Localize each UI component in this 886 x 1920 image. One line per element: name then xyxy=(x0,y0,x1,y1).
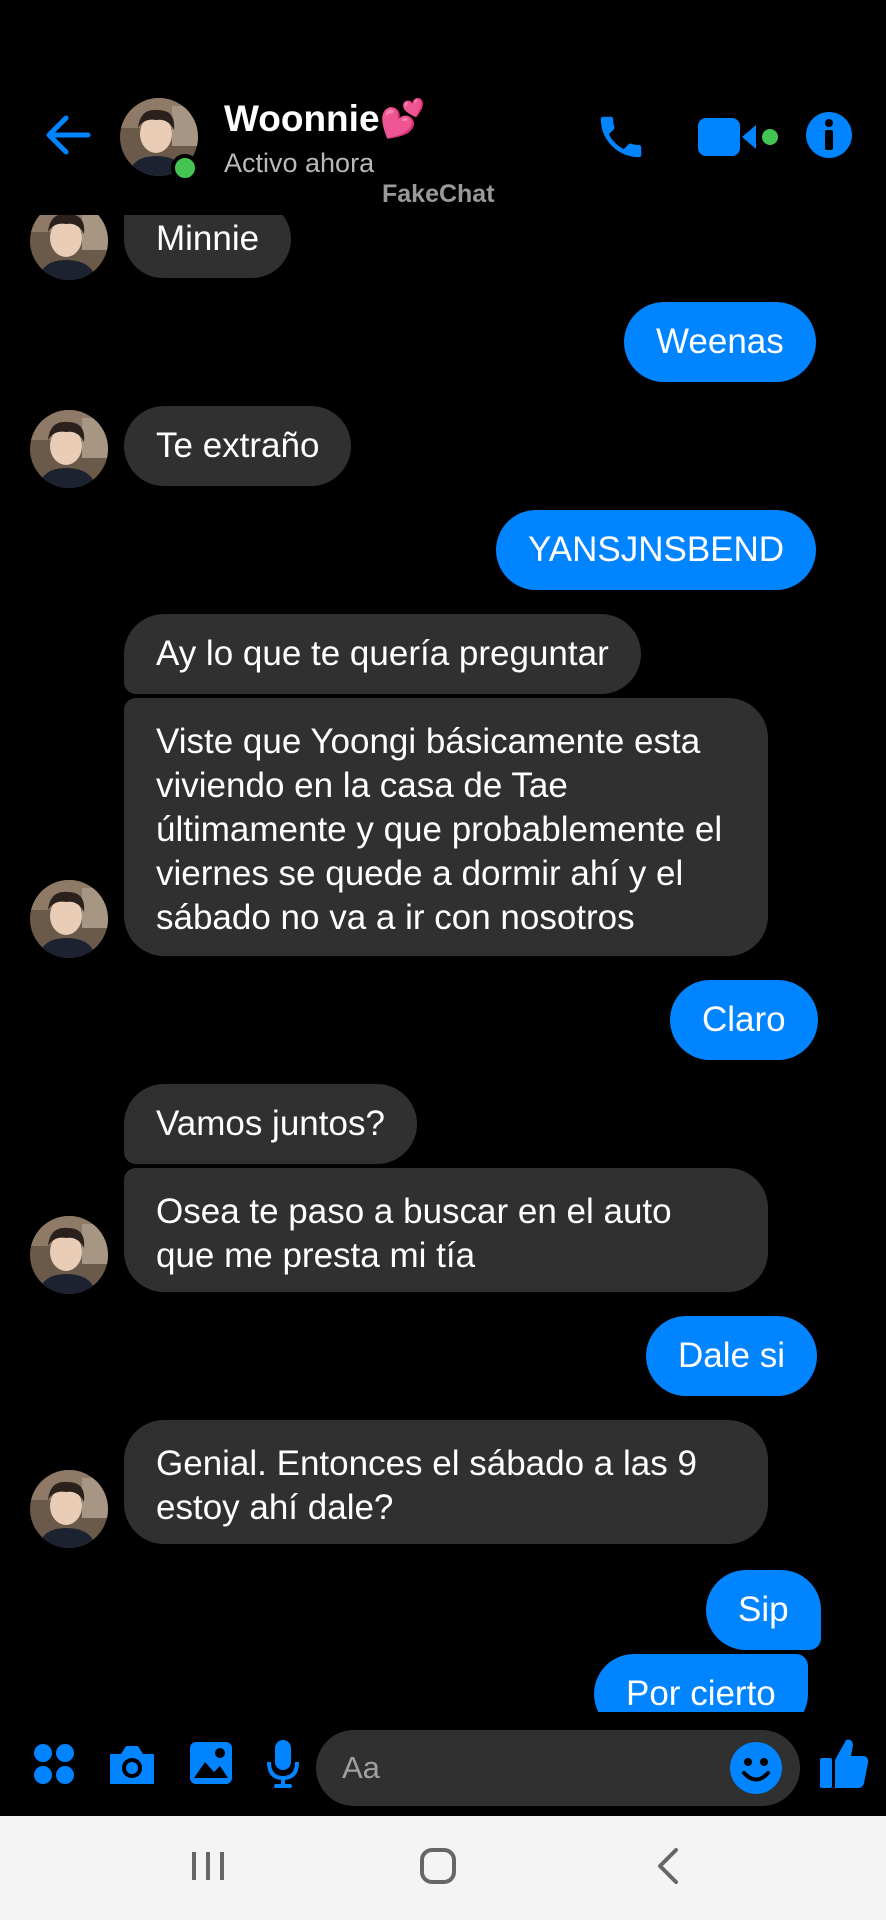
message-outgoing[interactable]: Sip xyxy=(706,1570,821,1650)
contact-avatar-small xyxy=(30,880,108,958)
message-outgoing[interactable]: YANSJNSBEND xyxy=(496,510,817,590)
message-input[interactable] xyxy=(342,1730,722,1806)
message-composer xyxy=(0,1712,886,1816)
info-icon[interactable] xyxy=(804,110,854,160)
recent-apps-icon[interactable] xyxy=(188,1846,228,1886)
message-outgoing[interactable]: Dale si xyxy=(646,1316,817,1396)
contact-avatar-small xyxy=(30,1470,108,1548)
message-outgoing[interactable]: Claro xyxy=(670,980,818,1060)
home-icon[interactable] xyxy=(418,1846,458,1886)
message-incoming[interactable]: Ay lo que te quería preguntar xyxy=(124,614,641,694)
watermark: FakeChat xyxy=(382,180,495,208)
message-incoming[interactable]: Viste que Yoongi básicamente esta vivien… xyxy=(124,698,768,956)
message-incoming[interactable]: Vamos juntos? xyxy=(124,1084,417,1164)
chat-header: Woonnie💕 Activo ahora FakeChat xyxy=(0,0,886,215)
video-camera-icon[interactable] xyxy=(696,110,784,164)
online-status-dot xyxy=(171,154,199,182)
camera-icon[interactable] xyxy=(106,1742,158,1788)
contact-avatar-small xyxy=(30,1216,108,1294)
contact-status: Activo ahora xyxy=(224,148,375,178)
message-outgoing[interactable]: Weenas xyxy=(624,302,816,382)
emoji-icon[interactable] xyxy=(728,1740,784,1796)
message-input-container[interactable] xyxy=(316,1730,800,1806)
microphone-icon[interactable] xyxy=(266,1738,300,1790)
phone-icon[interactable] xyxy=(594,110,648,164)
back-arrow-icon[interactable] xyxy=(40,108,94,162)
gallery-icon[interactable] xyxy=(188,1740,234,1786)
contact-avatar-small xyxy=(30,410,108,488)
contact-name[interactable]: Woonnie💕 xyxy=(224,98,426,141)
back-icon[interactable] xyxy=(650,1846,690,1886)
message-incoming[interactable]: Te extraño xyxy=(124,406,352,486)
message-incoming[interactable]: Osea te paso a buscar en el auto que me … xyxy=(124,1168,768,1292)
thumbs-up-icon[interactable] xyxy=(818,1736,870,1790)
message-incoming[interactable]: Genial. Entonces el sábado a las 9 estoy… xyxy=(124,1420,768,1544)
apps-menu-icon[interactable] xyxy=(32,1742,76,1786)
system-navigation-bar xyxy=(0,1816,886,1920)
